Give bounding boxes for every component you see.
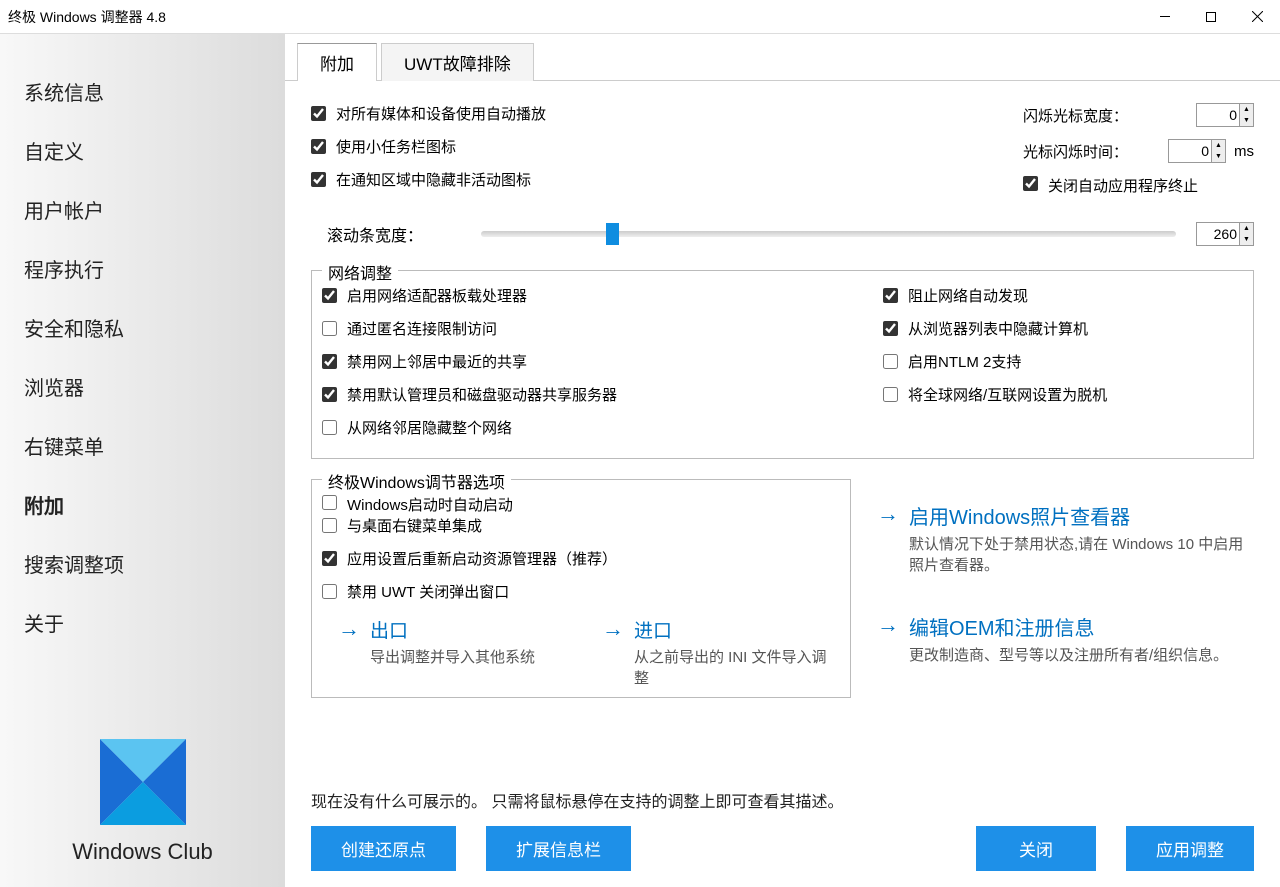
slider-thumb[interactable] <box>606 223 619 245</box>
nav-customize[interactable]: 自定义 <box>0 121 285 180</box>
cursor-width-spinner[interactable]: ▲▼ <box>1240 103 1254 127</box>
brand-text: Windows Club <box>0 839 285 865</box>
scrollbar-width-input[interactable] <box>1196 222 1240 246</box>
scrollbar-width-spinner[interactable]: ▲▼ <box>1240 222 1254 246</box>
maximize-button[interactable] <box>1188 0 1234 34</box>
nav-search[interactable]: 搜索调整项 <box>0 534 285 593</box>
check-uwt-context[interactable]: 与桌面右键菜单集成 <box>322 515 840 536</box>
check-uwt-restart-explorer[interactable]: 应用设置后重新启动资源管理器（推荐） <box>322 548 840 569</box>
photo-viewer-link[interactable]: → 启用Windows照片查看器 默认情况下处于禁用状态,请在 Windows … <box>877 501 1254 576</box>
close-button[interactable] <box>1234 0 1280 34</box>
check-net-onboard[interactable]: 启用网络适配器板载处理器 <box>322 285 883 306</box>
check-uwt-disable-popup[interactable]: 禁用 UWT 关闭弹出窗口 <box>322 581 840 602</box>
nav-addons[interactable]: 附加 <box>0 475 285 534</box>
check-net-offline[interactable]: 将全球网络/互联网设置为脱机 <box>883 384 1243 405</box>
expand-infobar-button[interactable]: 扩展信息栏 <box>486 826 631 871</box>
footer: 现在没有什么可展示的。 只需将鼠标悬停在支持的调整上即可查看其描述。 创建还原点… <box>311 778 1254 887</box>
create-restore-button[interactable]: 创建还原点 <box>311 826 456 871</box>
check-hide-inactive-icons[interactable]: 在通知区域中隐藏非活动图标 <box>311 169 546 190</box>
check-net-recent-share[interactable]: 禁用网上邻居中最近的共享 <box>322 351 883 372</box>
window-controls <box>1142 0 1280 34</box>
cursor-blink-input[interactable] <box>1168 139 1212 163</box>
nav-about[interactable]: 关于 <box>0 593 285 652</box>
cursor-blink-unit: ms <box>1234 143 1254 160</box>
arrow-right-icon: → <box>602 618 624 640</box>
check-small-taskbar[interactable]: 使用小任务栏图标 <box>311 136 546 157</box>
close-app-button[interactable]: 关闭 <box>976 826 1096 871</box>
nav-performance[interactable]: 程序执行 <box>0 239 285 298</box>
cursor-controls: 闪烁光标宽度： ▲▼ 光标闪烁时间： ▲▼ ms 关闭自动应用程序终止 <box>1023 103 1254 208</box>
tab-bar: 附加 UWT故障排除 <box>285 34 1280 80</box>
check-net-block-discovery[interactable]: 阻止网络自动发现 <box>883 285 1243 306</box>
arrow-right-icon: → <box>877 503 899 525</box>
network-legend: 网络调整 <box>322 260 398 284</box>
check-net-hide-all[interactable]: 从网络邻居隐藏整个网络 <box>322 417 883 438</box>
check-uwt-autostart[interactable]: Windows启动时自动启动 <box>322 497 513 514</box>
hint-text: 现在没有什么可展示的。 只需将鼠标悬停在支持的调整上即可查看其描述。 <box>311 788 1254 812</box>
nav-context-menu[interactable]: 右键菜单 <box>0 416 285 475</box>
uwt-legend: 终极Windows调节器选项 <box>322 469 511 493</box>
nav-system-info[interactable]: 系统信息 <box>0 62 285 121</box>
oem-info-link[interactable]: → 编辑OEM和注册信息 更改制造商、型号等以及注册所有者/组织信息。 <box>877 612 1254 666</box>
nav-browser[interactable]: 浏览器 <box>0 357 285 416</box>
right-action-links: → 启用Windows照片查看器 默认情况下处于禁用状态,请在 Windows … <box>877 479 1254 708</box>
export-link[interactable]: → 出口 导出调整并导入其他系统 <box>338 616 576 689</box>
minimize-button[interactable] <box>1142 0 1188 34</box>
check-auto-terminate[interactable]: 关闭自动应用程序终止 <box>1023 175 1198 196</box>
check-net-anon[interactable]: 通过匿名连接限制访问 <box>322 318 883 339</box>
cursor-blink-spinner[interactable]: ▲▼ <box>1212 139 1226 163</box>
windows-club-logo-icon <box>100 739 186 825</box>
cursor-blink-label: 光标闪烁时间： <box>1023 141 1168 162</box>
window-title: 终极 Windows 调整器 4.8 <box>8 7 166 27</box>
tab-addons[interactable]: 附加 <box>297 43 377 81</box>
logo-area: Windows Club <box>0 739 285 887</box>
arrow-right-icon: → <box>877 614 899 636</box>
content-area: 对所有媒体和设备使用自动播放 使用小任务栏图标 在通知区域中隐藏非活动图标 闪烁… <box>285 80 1280 887</box>
check-net-admin-share[interactable]: 禁用默认管理员和磁盘驱动器共享服务器 <box>322 384 883 405</box>
uwt-options-group: 终极Windows调节器选项 Windows启动时自动启动 与桌面右键菜单集成 … <box>311 479 851 698</box>
arrow-right-icon: → <box>338 618 360 640</box>
nav-user-accounts[interactable]: 用户帐户 <box>0 180 285 239</box>
cursor-width-input[interactable] <box>1196 103 1240 127</box>
import-link[interactable]: → 进口 从之前导出的 INI 文件导入调整 <box>602 616 840 689</box>
cursor-width-label: 闪烁光标宽度： <box>1023 105 1168 126</box>
scrollbar-width-row: 滚动条宽度： ▲▼ <box>311 222 1254 246</box>
general-checks: 对所有媒体和设备使用自动播放 使用小任务栏图标 在通知区域中隐藏非活动图标 <box>311 103 546 208</box>
check-net-ntlm2[interactable]: 启用NTLM 2支持 <box>883 351 1243 372</box>
scrollbar-width-label: 滚动条宽度： <box>311 222 481 246</box>
check-autoplay[interactable]: 对所有媒体和设备使用自动播放 <box>311 103 546 124</box>
tab-troubleshoot[interactable]: UWT故障排除 <box>381 43 534 81</box>
sidebar: 系统信息 自定义 用户帐户 程序执行 安全和隐私 浏览器 右键菜单 附加 搜索调… <box>0 34 285 887</box>
check-net-hide-browser[interactable]: 从浏览器列表中隐藏计算机 <box>883 318 1243 339</box>
nav-security[interactable]: 安全和隐私 <box>0 298 285 357</box>
network-tweaks-group: 网络调整 启用网络适配器板载处理器 通过匿名连接限制访问 禁用网上邻居中最近的共… <box>311 270 1254 459</box>
scrollbar-width-slider[interactable] <box>481 231 1176 237</box>
title-bar: 终极 Windows 调整器 4.8 <box>0 0 1280 34</box>
apply-tweaks-button[interactable]: 应用调整 <box>1126 826 1254 871</box>
main-panel: 附加 UWT故障排除 对所有媒体和设备使用自动播放 使用小任务栏图标 在通知区域… <box>285 34 1280 887</box>
